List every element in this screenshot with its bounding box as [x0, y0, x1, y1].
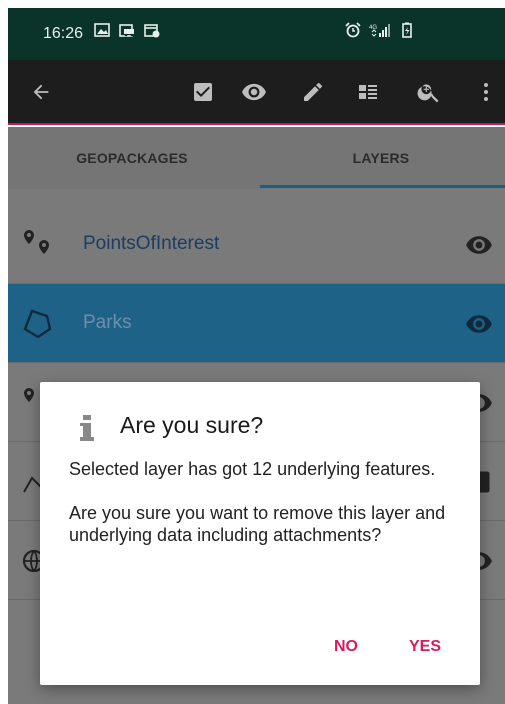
- alarm-icon: [345, 22, 361, 38]
- layer-row-parks[interactable]: Parks: [8, 284, 505, 363]
- info-icon: [80, 415, 94, 441]
- app-toolbar: [8, 60, 505, 125]
- status-time: 16:26: [43, 25, 84, 42]
- tab-layers[interactable]: LAYERS: [257, 127, 505, 189]
- status-bar: 16:26 4G: [8, 8, 505, 60]
- calendar-icon: [144, 24, 160, 38]
- zoom-in-icon: [417, 84, 439, 103]
- layer-label: Parks: [83, 312, 132, 333]
- 4g-signal-icon: 4G: [369, 24, 390, 37]
- arrow-left-icon: [33, 84, 49, 100]
- check-box-icon: [194, 83, 212, 101]
- dialog-message: Selected layer has got 12 underlying fea…: [69, 459, 436, 479]
- multipoint-icon: [24, 230, 49, 254]
- car-icon: [119, 24, 134, 37]
- more-vert-icon: [484, 83, 488, 101]
- back-button[interactable]: [26, 77, 56, 107]
- pencil-icon: [304, 82, 322, 101]
- tab-bar: GEOPACKAGES LAYERS: [8, 127, 505, 189]
- layer-list-button[interactable]: [353, 77, 383, 107]
- image-icon: [94, 23, 110, 37]
- dialog-title: Are you sure?: [120, 412, 264, 438]
- select-all-button[interactable]: [188, 77, 218, 107]
- polygon-icon: [23, 309, 52, 339]
- visibility-button[interactable]: [239, 77, 269, 107]
- eye-icon: [242, 83, 266, 101]
- network-type: 4G: [369, 25, 377, 31]
- zoom-button[interactable]: [414, 77, 444, 107]
- yes-button[interactable]: YES: [409, 638, 441, 656]
- overflow-menu-button[interactable]: [471, 77, 501, 107]
- status-right-icons: 4G: [345, 22, 415, 38]
- dialog-body: Selected layer has got 12 underlying fea…: [69, 458, 449, 568]
- tab-geopackages[interactable]: GEOPACKAGES: [8, 127, 256, 189]
- tab-layers-label: LAYERS: [352, 150, 410, 166]
- status-left-icons: [94, 22, 160, 38]
- layer-row-pointsofinterest[interactable]: PointsOfInterest: [8, 205, 505, 284]
- no-button[interactable]: NO: [334, 638, 358, 656]
- eye-icon[interactable]: [465, 231, 493, 259]
- dialog-message: Are you sure you want to remove this lay…: [69, 503, 446, 545]
- tab-geopackages-label: GEOPACKAGES: [76, 150, 188, 166]
- tab-indicator: [260, 185, 505, 188]
- layer-label: PointsOfInterest: [83, 233, 220, 254]
- view-list-icon: [359, 85, 377, 99]
- battery-icon: [402, 22, 412, 38]
- confirm-dialog: Are you sure? Selected layer has got 12 …: [40, 382, 480, 685]
- edit-button[interactable]: [298, 77, 328, 107]
- eye-icon[interactable]: [465, 310, 493, 338]
